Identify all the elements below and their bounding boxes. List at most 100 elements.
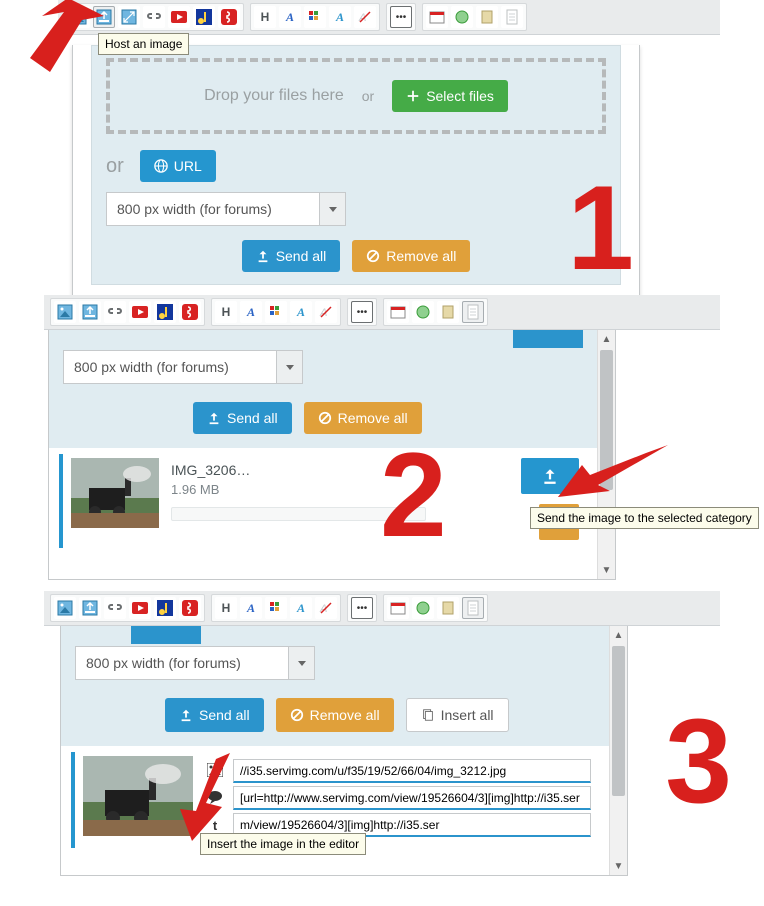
scroll-down-icon[interactable]: ▼	[610, 857, 627, 875]
scroll-up-icon[interactable]: ▲	[610, 626, 627, 644]
step-number-3: 3	[665, 701, 732, 821]
svg-text:A: A	[319, 307, 327, 319]
dailymotion-icon[interactable]	[193, 6, 215, 28]
tooltip-send-category: Send the image to the selected category	[530, 507, 759, 529]
svg-text:A: A	[319, 603, 327, 615]
editor-toolbar-2: H A A A •••	[44, 295, 720, 330]
red-arrow-3	[170, 753, 266, 841]
globe-icon[interactable]	[412, 597, 434, 619]
link-icon[interactable]	[143, 6, 165, 28]
globe-icon-btn	[154, 159, 168, 173]
header-icon[interactable]: H	[215, 301, 237, 323]
chevron-down-icon	[319, 193, 345, 225]
flash-icon[interactable]	[179, 301, 201, 323]
editor-toolbar: H A A A •••	[58, 0, 720, 35]
dailymotion-icon[interactable]	[154, 597, 176, 619]
globe-icon[interactable]	[412, 301, 434, 323]
font-icon[interactable]: A	[240, 597, 262, 619]
image-icon[interactable]	[54, 301, 76, 323]
font-size-icon[interactable]: A	[290, 301, 312, 323]
youtube-icon[interactable]	[168, 6, 190, 28]
select-files-button[interactable]: Select files	[392, 80, 508, 112]
clear-format-icon[interactable]: A	[315, 597, 337, 619]
drop-here-text: Drop your files here	[204, 87, 344, 105]
or-label: or	[106, 155, 124, 178]
page-icon[interactable]	[501, 6, 523, 28]
bbcode-view-input[interactable]	[233, 786, 591, 810]
svg-text:A: A	[358, 12, 366, 24]
calendar-icon[interactable]	[387, 597, 409, 619]
link-icon[interactable]	[104, 597, 126, 619]
send-all-button[interactable]: Send all	[242, 240, 341, 272]
insert-all-button[interactable]: Insert all	[406, 698, 509, 732]
resize-image-icon[interactable]	[118, 6, 140, 28]
width-select-2[interactable]: 800 px width (for forums)	[63, 350, 303, 384]
width-select-value: 800 px width (for forums)	[107, 201, 319, 217]
direct-link-input[interactable]	[233, 759, 591, 783]
ban-icon	[318, 411, 332, 425]
file-thumbnail	[71, 458, 159, 528]
color-grid-icon[interactable]	[304, 6, 326, 28]
scroll-thumb[interactable]	[612, 646, 625, 796]
host-image-icon[interactable]	[79, 597, 101, 619]
upload-icon	[541, 467, 559, 485]
youtube-icon[interactable]	[129, 597, 151, 619]
tooltip-insert-editor: Insert the image in the editor	[200, 833, 366, 855]
red-arrow-1	[8, 0, 104, 76]
more-icon[interactable]: •••	[351, 597, 373, 619]
link-icon[interactable]	[104, 301, 126, 323]
font-size-icon[interactable]: A	[290, 597, 312, 619]
paste-icon[interactable]	[437, 597, 459, 619]
more-icon[interactable]: •••	[351, 301, 373, 323]
font-size-icon[interactable]: A	[329, 6, 351, 28]
plus-icon	[406, 89, 420, 103]
red-arrow-2	[558, 445, 668, 507]
globe-icon[interactable]	[451, 6, 473, 28]
remove-all-button-3[interactable]: Remove all	[276, 698, 394, 732]
calendar-icon[interactable]	[426, 6, 448, 28]
dailymotion-icon[interactable]	[154, 301, 176, 323]
upload-icon	[179, 708, 193, 722]
upload-icon	[256, 249, 270, 263]
clear-format-icon[interactable]: A	[315, 301, 337, 323]
width-select-3[interactable]: 800 px width (for forums)	[75, 646, 315, 680]
scroll-up-icon[interactable]: ▲	[598, 330, 615, 348]
editor-toolbar-3: H A A A •••	[44, 591, 720, 626]
copy-icon	[421, 708, 435, 722]
font-icon[interactable]: A	[240, 301, 262, 323]
page-icon[interactable]	[462, 301, 484, 323]
scrollbar-3[interactable]: ▲ ▼	[609, 626, 627, 875]
step-number-2: 2	[380, 435, 447, 555]
ban-icon	[290, 708, 304, 722]
tooltip-host-image: Host an image	[98, 33, 189, 55]
host-image-icon[interactable]	[79, 301, 101, 323]
file-row: IMG_3206… 1.96 MB	[59, 454, 587, 548]
url-button[interactable]: URL	[140, 150, 216, 182]
paste-icon[interactable]	[476, 6, 498, 28]
youtube-icon[interactable]	[129, 301, 151, 323]
paste-icon[interactable]	[437, 301, 459, 323]
font-icon[interactable]: A	[279, 6, 301, 28]
flash-icon[interactable]	[218, 6, 240, 28]
chevron-down-icon	[276, 351, 302, 383]
step-number-1: 1	[567, 168, 634, 288]
color-grid-icon[interactable]	[265, 301, 287, 323]
drop-or-text: or	[362, 88, 374, 104]
send-all-button-2[interactable]: Send all	[193, 402, 292, 434]
clear-format-icon[interactable]: A	[354, 6, 376, 28]
drop-zone[interactable]: Drop your files here or Select files	[106, 58, 606, 134]
more-icon[interactable]: •••	[390, 6, 412, 28]
send-all-button-3[interactable]: Send all	[165, 698, 264, 732]
color-grid-icon[interactable]	[265, 597, 287, 619]
page-icon[interactable]	[462, 597, 484, 619]
ban-icon	[366, 249, 380, 263]
flash-icon[interactable]	[179, 597, 201, 619]
remove-all-button[interactable]: Remove all	[352, 240, 470, 272]
image-icon[interactable]	[54, 597, 76, 619]
header-icon[interactable]: H	[254, 6, 276, 28]
scroll-down-icon[interactable]: ▼	[598, 561, 615, 579]
header-icon[interactable]: H	[215, 597, 237, 619]
chevron-down-icon	[288, 647, 314, 679]
width-select[interactable]: 800 px width (for forums)	[106, 192, 346, 226]
calendar-icon[interactable]	[387, 301, 409, 323]
